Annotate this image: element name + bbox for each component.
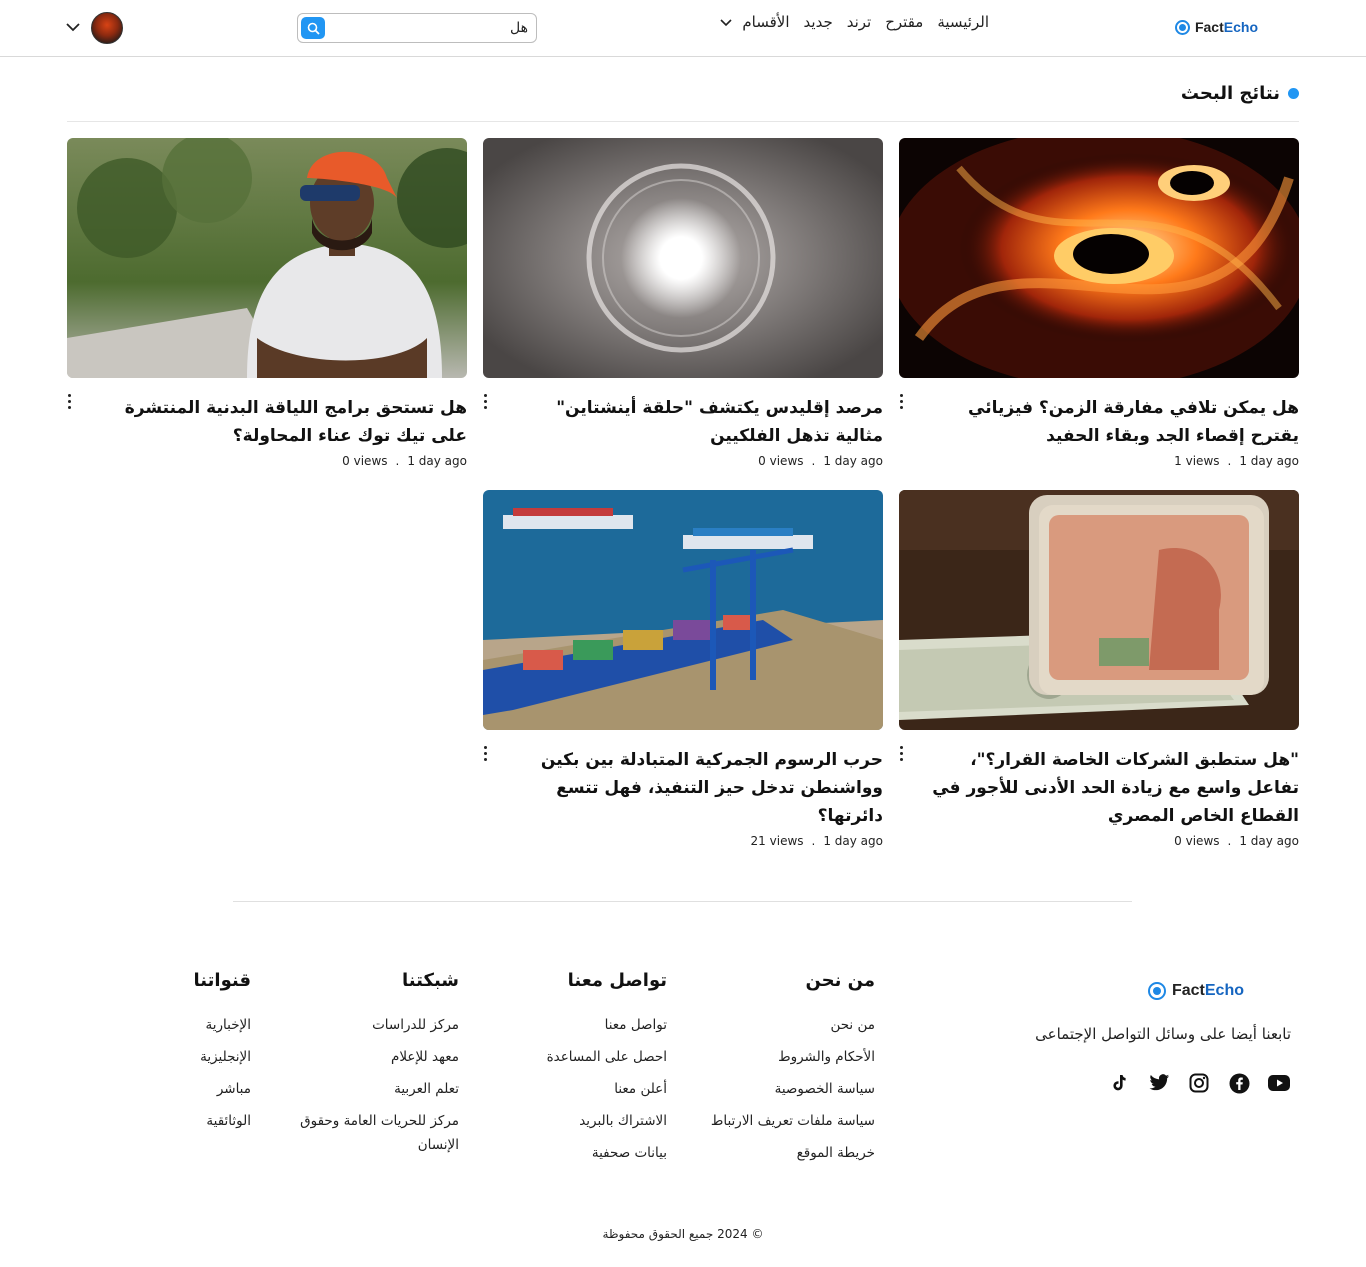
article-card[interactable]: هل تستحق برامج اللياقة البدنية المنتشرة … [67, 138, 467, 468]
footer-link[interactable]: مركز للدراسات [299, 1013, 459, 1037]
search-icon [307, 22, 320, 35]
search-button[interactable] [301, 17, 325, 39]
logo-echo-text: Echo [1223, 19, 1258, 35]
article-headline[interactable]: حرب الرسوم الجمركية المتبادلة بين بكين و… [483, 746, 883, 830]
footer-column-title: من نحن [805, 970, 875, 991]
section-title-text: نتائج البحث [1180, 83, 1280, 104]
nav-home[interactable]: الرئيسية [937, 13, 989, 31]
footer-link[interactable]: تواصل معنا [547, 1013, 667, 1037]
footer-column-network: شبكتنا مركز للدراسات معهد للإعلام تعلم ا… [299, 970, 459, 1165]
logo-fact-text: Fact [1194, 19, 1224, 35]
views-count: 21 views [750, 834, 804, 848]
footer-link[interactable]: بيانات صحفية [547, 1141, 667, 1165]
article-card[interactable]: مرصد إقليدس يكتشف "حلقة أينشتاين" مثالية… [483, 138, 883, 468]
footer-column-title: قنواتنا [193, 970, 251, 991]
footer-link[interactable]: تعلم العربية [299, 1077, 459, 1101]
copyright-text: © 2024 جميع الحقوق محفوظة [602, 1227, 764, 1241]
footer-link[interactable]: احصل على المساعدة [547, 1045, 667, 1069]
divider [67, 121, 1299, 122]
article-meta: 1 views. 1 day ago [1174, 454, 1299, 468]
follow-text: تابعنا أيضا على وسائل التواصل الإجتماعى [1035, 1025, 1291, 1043]
footer-link[interactable]: سياسة الخصوصية [711, 1077, 875, 1101]
publish-time: 1 day ago [1239, 454, 1299, 468]
article-card[interactable]: هل يمكن تلافي مفارقة الزمن؟ فيزيائي يقتر… [899, 138, 1299, 468]
views-count: 0 views [1174, 834, 1220, 848]
views-count: 0 views [342, 454, 388, 468]
article-meta: 0 views. 1 day ago [758, 454, 883, 468]
article-meta: 21 views. 1 day ago [750, 834, 883, 848]
twitter-icon[interactable] [1147, 1072, 1171, 1094]
logo-echo-text: Echo [1204, 982, 1244, 999]
more-options-icon[interactable] [899, 394, 903, 409]
einstein-ring-image [483, 138, 883, 378]
article-card[interactable]: "هل ستطبق الشركات الخاصة القرار؟"، تفاعل… [899, 490, 1299, 848]
article-headline[interactable]: هل يمكن تلافي مفارقة الزمن؟ فيزيائي يقتر… [899, 394, 1299, 450]
logo-mark-icon [1147, 982, 1166, 1000]
more-options-icon[interactable] [899, 746, 903, 761]
footer-link[interactable]: من نحن [711, 1013, 875, 1037]
tiktok-icon[interactable] [1107, 1072, 1131, 1094]
logo-fact-text: Fact [1171, 982, 1205, 999]
footer-link[interactable]: الأحكام والشروط [711, 1045, 875, 1069]
nav-trending[interactable]: ترند [847, 13, 872, 31]
article-headline[interactable]: هل تستحق برامج اللياقة البدنية المنتشرة … [67, 394, 467, 450]
footer-column-channels: قنواتنا الإخبارية الإنجليزية مباشر الوثا… [194, 970, 251, 1141]
footer-link[interactable]: مركز للحريات العامة وحقوق الإنسان [299, 1109, 459, 1157]
facebook-icon[interactable] [1227, 1072, 1251, 1094]
footer-link[interactable]: الإخبارية [194, 1013, 252, 1037]
footer-link[interactable]: مباشر [194, 1077, 251, 1101]
top-header: FactEcho الرئيسية مقترح ترند جديد الأقسا… [0, 0, 1366, 57]
site-logo[interactable]: FactEcho [1174, 19, 1258, 35]
footer-column-contact: تواصل معنا تواصل معنا احصل على المساعدة … [547, 970, 667, 1173]
fitness-man-image [67, 138, 467, 378]
more-options-icon[interactable] [67, 394, 71, 409]
footer-link[interactable]: الإنجليزية [194, 1045, 251, 1069]
accent-dot-icon [1288, 88, 1299, 99]
youtube-icon[interactable] [1267, 1072, 1291, 1094]
footer-column-title: شبكتنا [402, 970, 459, 991]
container-port-image [483, 490, 883, 730]
footer-link[interactable]: أعلن معنا [547, 1077, 667, 1101]
section-title: نتائج البحث [1181, 83, 1299, 104]
article-card[interactable]: حرب الرسوم الجمركية المتبادلة بين بكين و… [483, 490, 883, 848]
black-holes-image [899, 138, 1299, 378]
nav-sections-label: الأقسام [742, 13, 790, 31]
publish-time: 1 day ago [823, 834, 883, 848]
search-box [297, 13, 537, 43]
publish-time: 1 day ago [1239, 834, 1299, 848]
social-links [1107, 1072, 1291, 1094]
chevron-down-icon[interactable] [64, 18, 82, 36]
footer-logo[interactable]: FactEcho [1147, 982, 1244, 1000]
footer-link[interactable]: سياسة ملفات تعريف الارتباط [711, 1109, 875, 1133]
footer-link[interactable]: خريطة الموقع [711, 1141, 875, 1165]
footer-link[interactable]: الوثائقية [194, 1109, 251, 1133]
article-meta: 0 views. 1 day ago [342, 454, 467, 468]
search-input[interactable] [338, 18, 528, 38]
publish-time: 1 day ago [407, 454, 467, 468]
footer-column-about: من نحن من نحن الأحكام والشروط سياسة الخص… [711, 970, 875, 1173]
egyptian-pounds-dollars-image [899, 490, 1299, 730]
article-headline[interactable]: "هل ستطبق الشركات الخاصة القرار؟"، تفاعل… [899, 746, 1299, 830]
chevron-down-icon [720, 19, 732, 27]
article-meta: 0 views. 1 day ago [1174, 834, 1299, 848]
logo-mark-icon [1174, 19, 1190, 35]
footer-column-title: تواصل معنا [567, 970, 667, 991]
views-count: 0 views [758, 454, 804, 468]
footer-divider [233, 901, 1132, 902]
more-options-icon[interactable] [483, 746, 487, 761]
nav-suggested[interactable]: مقترح [885, 13, 923, 31]
article-headline[interactable]: مرصد إقليدس يكتشف "حلقة أينشتاين" مثالية… [483, 394, 883, 450]
nav-new[interactable]: جديد [804, 13, 833, 31]
views-count: 1 views [1174, 454, 1220, 468]
main-nav: الرئيسية مقترح ترند جديد الأقسام [720, 13, 989, 31]
footer-link[interactable]: الاشتراك بالبريد [547, 1109, 667, 1133]
instagram-icon[interactable] [1187, 1072, 1211, 1094]
nav-sections-dropdown[interactable]: الأقسام [720, 13, 790, 31]
avatar[interactable] [91, 12, 123, 44]
footer-link[interactable]: معهد للإعلام [299, 1045, 459, 1069]
publish-time: 1 day ago [823, 454, 883, 468]
more-options-icon[interactable] [483, 394, 487, 409]
